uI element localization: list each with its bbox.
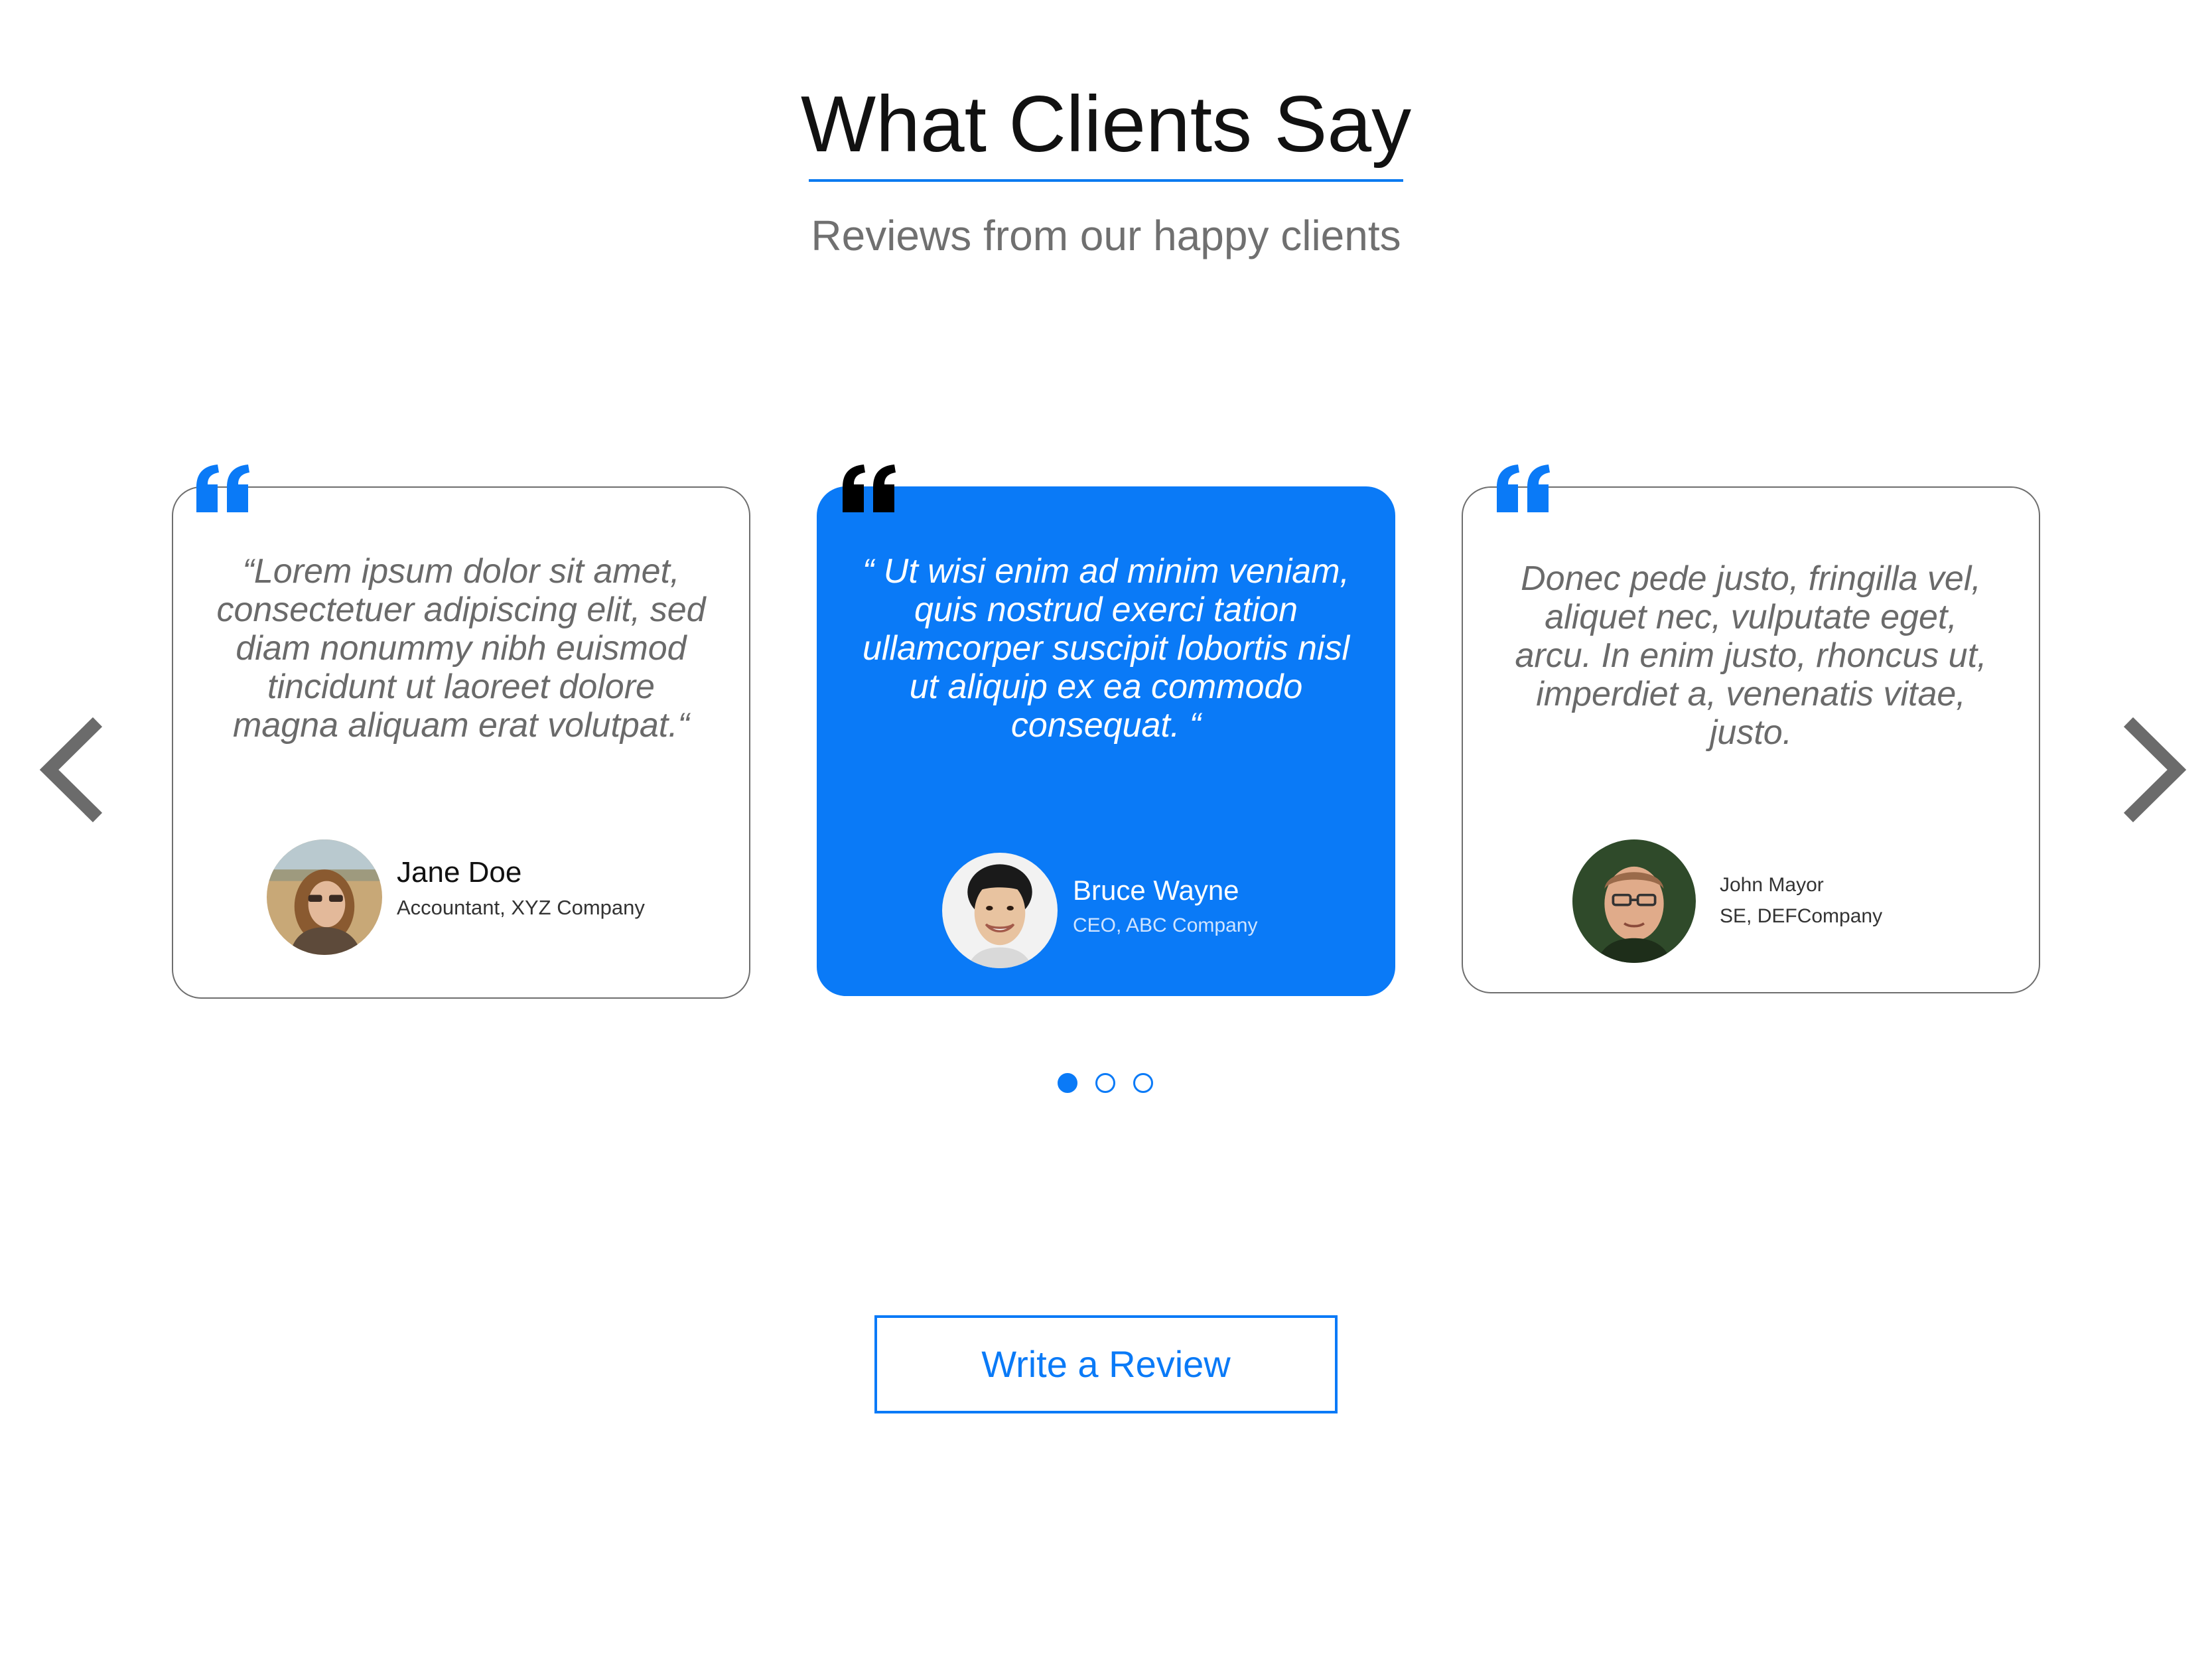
carousel-pagination — [1058, 1073, 1157, 1096]
pagination-dot-active[interactable] — [1058, 1073, 1077, 1093]
quote-icon — [1494, 465, 1553, 512]
reviewer-role: Accountant, XYZ Company — [397, 896, 645, 919]
reviewer-name: Jane Doe — [397, 856, 522, 889]
chevron-right-icon — [2123, 717, 2187, 823]
write-review-button[interactable]: Write a Review — [874, 1315, 1338, 1413]
avatar — [267, 839, 382, 955]
reviewer-role: SE, DEFCompany — [1720, 905, 1883, 927]
reviewer-name: Bruce Wayne — [1073, 875, 1239, 906]
chevron-left-icon — [39, 717, 103, 823]
carousel-next-button[interactable] — [2112, 717, 2191, 823]
quote-icon — [194, 465, 252, 512]
pagination-dot[interactable] — [1095, 1073, 1115, 1093]
pagination-dot[interactable] — [1133, 1073, 1153, 1093]
testimonial-quote: “ Ut wisi enim ad minim veniam, quis nos… — [862, 552, 1350, 745]
quote-icon — [840, 465, 898, 512]
carousel-prev-button[interactable] — [35, 717, 114, 823]
reviewer-name: John Mayor — [1720, 874, 1824, 896]
reviewer-role: CEO, ABC Company — [1073, 914, 1258, 936]
testimonial-quote: “Lorem ipsum dolor sit amet, consectetue… — [216, 552, 706, 745]
testimonial-quote: Donec pede justo, fringilla vel, aliquet… — [1515, 559, 1987, 752]
avatar — [1572, 839, 1696, 963]
avatar — [942, 853, 1058, 968]
